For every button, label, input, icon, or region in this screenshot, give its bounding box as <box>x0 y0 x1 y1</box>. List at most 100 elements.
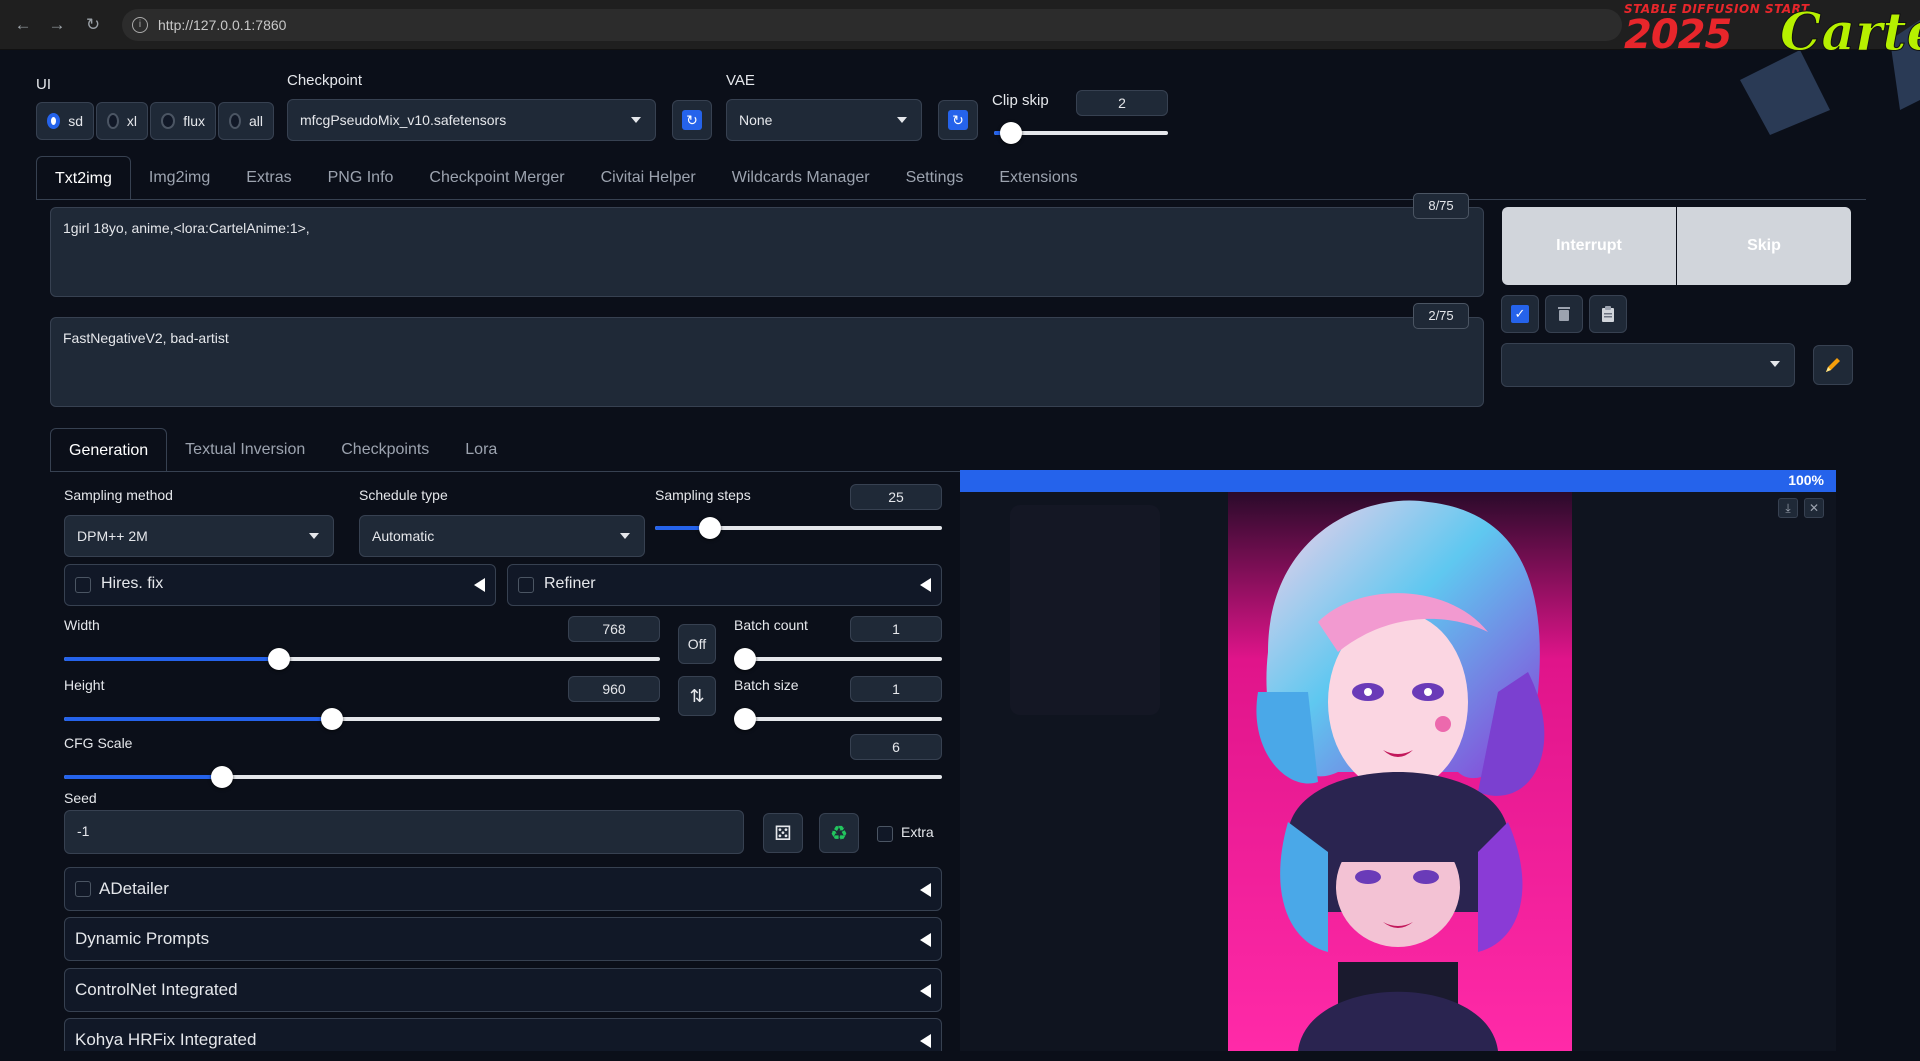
tab-checkpoints[interactable]: Checkpoints <box>323 428 447 472</box>
radio-sd[interactable] <box>47 113 61 129</box>
tab-extensions[interactable]: Extensions <box>981 156 1095 200</box>
hires-fix-checkbox[interactable] <box>75 577 91 593</box>
prompt-token-counter: 8/75 <box>1413 193 1469 219</box>
hires-fix-accordion[interactable]: Hires. fix <box>64 564 496 606</box>
ui-option-all[interactable]: all <box>218 102 274 140</box>
paste-button[interactable] <box>1589 295 1627 333</box>
slider-fill <box>64 717 333 721</box>
vae-value: None <box>739 112 773 128</box>
slider-thumb[interactable] <box>734 648 756 670</box>
batch-size-input[interactable]: 1 <box>850 676 942 702</box>
prompt-textarea[interactable]: 1girl 18yo, anime,<lora:CartelAnime:1>, <box>50 207 1484 297</box>
seed-input[interactable]: -1 <box>64 810 744 854</box>
batch-size-slider[interactable] <box>734 708 942 730</box>
refiner-checkbox[interactable] <box>518 577 534 593</box>
progress-fill <box>960 470 1836 492</box>
sub-tabs-divider <box>50 471 960 472</box>
tab-textual-inversion[interactable]: Textual Inversion <box>167 428 323 472</box>
batch-size-label: Batch size <box>734 677 799 693</box>
sampling-method-dropdown[interactable]: DPM++ 2M <box>64 515 334 557</box>
tab-checkpoint-merger[interactable]: Checkpoint Merger <box>411 156 582 200</box>
cfg-scale-label: CFG Scale <box>64 735 133 751</box>
clip-skip-slider[interactable] <box>994 122 1168 144</box>
tab-txt2img[interactable]: Txt2img <box>36 156 131 200</box>
cfg-scale-slider[interactable] <box>64 766 942 788</box>
generation-tabs: Generation Textual Inversion Checkpoints… <box>50 428 515 472</box>
height-input[interactable]: 960 <box>568 676 660 702</box>
tab-civitai-helper[interactable]: Civitai Helper <box>583 156 714 200</box>
batch-count-slider[interactable] <box>734 648 942 670</box>
download-icon[interactable]: ⤓ <box>1778 498 1798 518</box>
sampling-steps-slider[interactable] <box>655 517 942 539</box>
sampling-method-value: DPM++ 2M <box>77 528 148 544</box>
interrupt-button[interactable]: Interrupt <box>1502 207 1676 285</box>
height-slider[interactable] <box>64 708 660 730</box>
kohya-hrfix-accordion[interactable]: Kohya HRFix Integrated <box>64 1018 942 1051</box>
clear-prompt-button[interactable] <box>1545 295 1583 333</box>
slider-thumb[interactable] <box>1000 122 1023 144</box>
gallery-thumbnail[interactable] <box>1010 505 1160 715</box>
ui-option-flux-label: flux <box>183 113 205 129</box>
extra-seed-checkbox[interactable] <box>877 826 893 842</box>
width-input[interactable]: 768 <box>568 616 660 642</box>
refresh-checkpoint-button[interactable]: ↻ <box>672 100 712 140</box>
close-icon[interactable]: ✕ <box>1804 498 1824 518</box>
tab-settings[interactable]: Settings <box>888 156 982 200</box>
tab-png-info[interactable]: PNG Info <box>310 156 412 200</box>
skip-button[interactable]: Skip <box>1677 207 1851 285</box>
tab-lora[interactable]: Lora <box>447 428 515 472</box>
clip-skip-input[interactable]: 2 <box>1076 90 1168 116</box>
back-icon[interactable]: ← <box>12 14 34 36</box>
edit-styles-button[interactable] <box>1813 345 1853 385</box>
sampling-steps-input[interactable]: 25 <box>850 484 942 510</box>
slider-fill <box>64 657 279 661</box>
site-info-icon[interactable]: i <box>132 17 148 33</box>
slider-thumb[interactable] <box>698 517 721 539</box>
extra-seed-label: Extra <box>901 824 934 840</box>
ui-option-xl[interactable]: xl <box>96 102 148 140</box>
aspect-ratio-off-button[interactable]: Off <box>678 624 716 664</box>
swap-dimensions-button[interactable]: ⇅ <box>678 676 716 716</box>
slider-thumb[interactable] <box>321 708 344 730</box>
styles-dropdown[interactable] <box>1501 343 1795 387</box>
controlnet-accordion[interactable]: ControlNet Integrated <box>64 968 942 1012</box>
slider-thumb[interactable] <box>267 648 290 670</box>
slider-thumb[interactable] <box>734 708 756 730</box>
reuse-seed-button[interactable]: ♻ <box>819 813 859 853</box>
reload-icon[interactable]: ↻ <box>82 14 104 36</box>
checkpoint-dropdown[interactable]: mfcgPseudoMix_v10.safetensors <box>287 99 656 141</box>
radio-flux[interactable] <box>161 113 176 129</box>
address-bar[interactable]: i http://127.0.0.1:7860 <box>122 9 1622 41</box>
batch-count-input[interactable]: 1 <box>850 616 942 642</box>
random-seed-button[interactable]: ⚄ <box>763 813 803 853</box>
width-slider[interactable] <box>64 648 660 670</box>
radio-xl[interactable] <box>107 113 119 129</box>
seed-label: Seed <box>64 790 97 806</box>
ui-option-sd[interactable]: sd <box>36 102 94 140</box>
clipboard-icon <box>1602 306 1614 322</box>
apply-styles-button[interactable]: ✓ <box>1501 295 1539 333</box>
vae-dropdown[interactable]: None <box>726 99 922 141</box>
radio-all[interactable] <box>229 113 241 129</box>
tab-img2img[interactable]: Img2img <box>131 156 228 200</box>
adetailer-accordion[interactable]: ADetailer <box>64 867 942 911</box>
tab-wildcards-manager[interactable]: Wildcards Manager <box>714 156 888 200</box>
cfg-scale-input[interactable]: 6 <box>850 734 942 760</box>
slider-thumb[interactable] <box>211 766 234 788</box>
dynamic-prompts-accordion[interactable]: Dynamic Prompts <box>64 917 942 961</box>
tab-extras[interactable]: Extras <box>228 156 309 200</box>
trash-icon <box>1558 307 1570 321</box>
negative-prompt-textarea[interactable]: FastNegativeV2, bad-artist <box>50 317 1484 407</box>
refresh-vae-button[interactable]: ↻ <box>938 100 978 140</box>
refiner-accordion[interactable]: Refiner <box>507 564 942 606</box>
forward-icon[interactable]: → <box>46 14 68 36</box>
schedule-type-dropdown[interactable]: Automatic <box>359 515 645 557</box>
tab-generation[interactable]: Generation <box>50 428 168 472</box>
ui-option-flux[interactable]: flux <box>150 102 216 140</box>
generated-image[interactable] <box>1228 492 1572 1051</box>
seed-value: -1 <box>77 823 90 839</box>
swap-icon: ⇅ <box>689 685 705 706</box>
channel-logo: STABLE DIFFUSION START 2025 CarteL <box>1620 0 1920 135</box>
adetailer-checkbox[interactable] <box>75 881 91 897</box>
schedule-type-label: Schedule type <box>359 487 448 503</box>
